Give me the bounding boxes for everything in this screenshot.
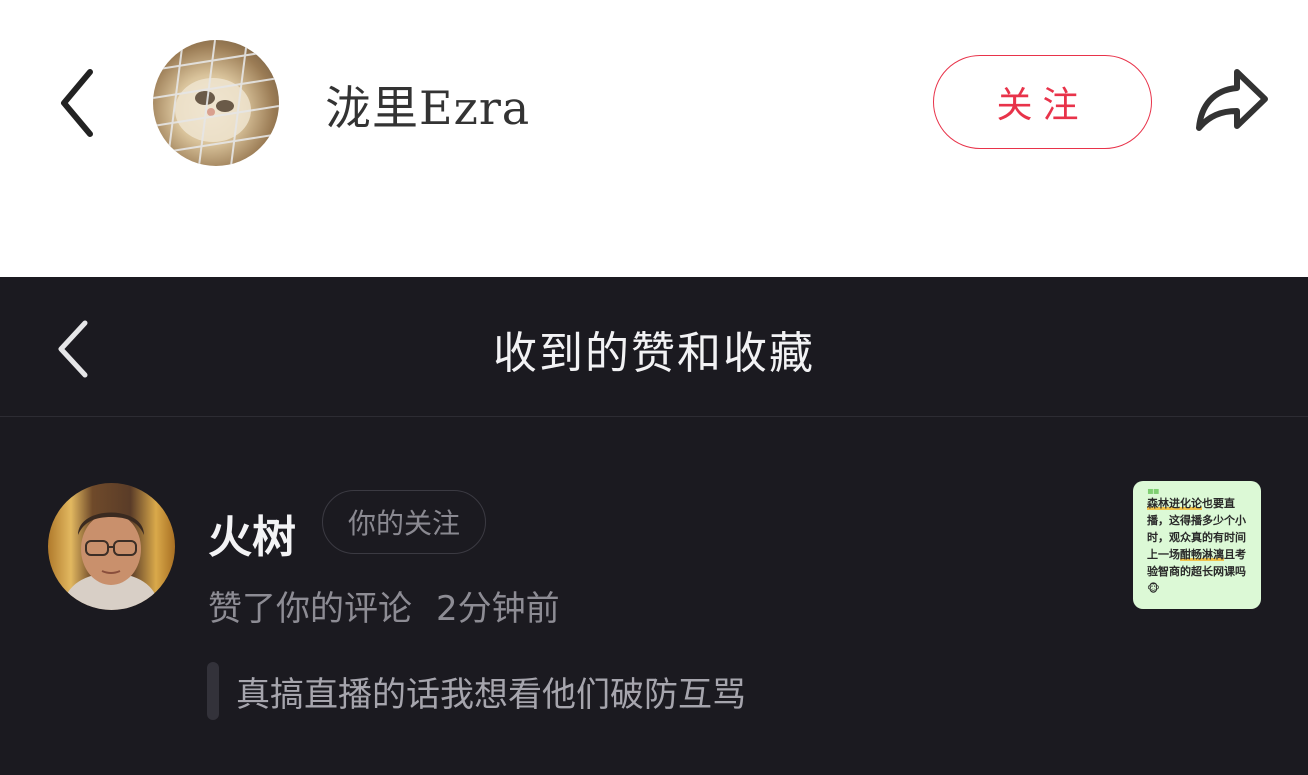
- action-text: 赞了你的评论: [208, 589, 412, 629]
- notifications-panel: 收到的赞和收藏 火树 你的关注 赞了你的评论 2分钟前 真搞直播的话我想看他们破…: [0, 277, 1308, 775]
- timestamp: 2分钟前: [436, 589, 560, 629]
- post-thumbnail[interactable]: ▪▪ 森林进化论也要直播，这得播多少个小时，观众真的有时间上一场酣畅淋漓且考验智…: [1133, 481, 1261, 609]
- screen: 泷里Ezra 关注 收到的赞和收藏 火树 你的关注 赞了你的评论 2分钟前 真搞…: [0, 0, 1308, 775]
- page-title: 收到的赞和收藏: [493, 328, 815, 379]
- nav-bar: 收到的赞和收藏: [0, 277, 1308, 417]
- comment-quote[interactable]: 真搞直播的话我想看他们破防互骂: [236, 667, 746, 716]
- follow-button[interactable]: 关注: [933, 55, 1152, 149]
- user-avatar[interactable]: [48, 483, 175, 610]
- profile-avatar[interactable]: [153, 40, 279, 166]
- profile-header: 泷里Ezra 关注: [0, 0, 1308, 277]
- following-badge: 你的关注: [322, 490, 486, 554]
- action-line: 赞了你的评论 2分钟前: [208, 581, 560, 630]
- notification-item[interactable]: 火树 你的关注 赞了你的评论 2分钟前 真搞直播的话我想看他们破防互骂 ▪▪ 森林…: [0, 417, 1308, 775]
- quote-bar: [207, 662, 219, 720]
- user-name[interactable]: 火树: [208, 501, 296, 565]
- share-icon[interactable]: [1191, 66, 1271, 136]
- thumb-highlight-2: 酣畅淋漓: [1180, 548, 1224, 561]
- profile-name: 泷里Ezra: [325, 81, 531, 135]
- quote-mark-icon: ▪▪: [1147, 486, 1160, 497]
- back-arrow-icon[interactable]: [56, 66, 100, 140]
